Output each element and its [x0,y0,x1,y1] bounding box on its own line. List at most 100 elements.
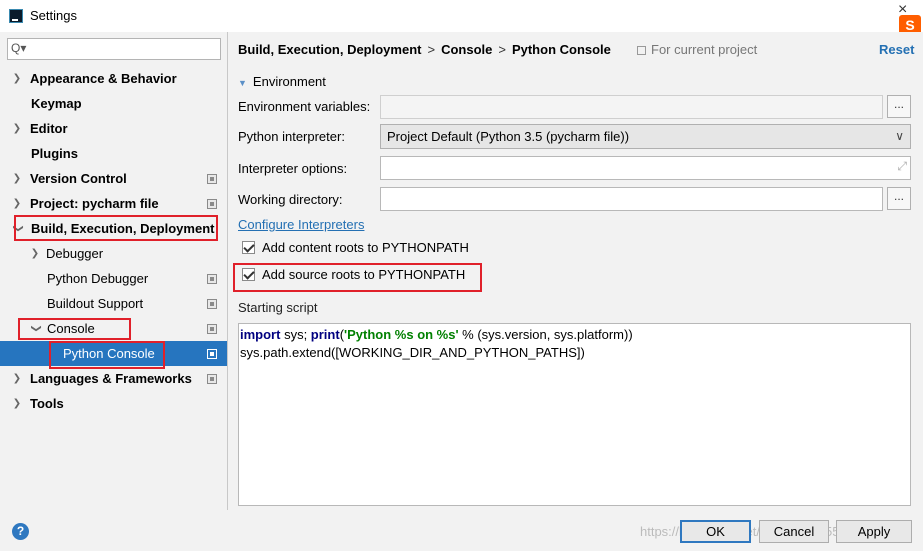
breadcrumb-item: Python Console [511,42,611,57]
sidebar-item-label: Buildout Support [47,296,144,311]
env-vars-browse-button[interactable]: ... [887,95,911,118]
sidebar-item-tools[interactable]: ❯ Tools [0,391,227,416]
sidebar-item-project[interactable]: ❯ Project: pycharm file [0,191,227,216]
interpreter-options-label: Interpreter options: [238,161,348,176]
sidebar-item-label: Console [47,321,95,336]
chevron-right-icon[interactable]: ❯ [11,116,23,141]
configure-interpreters-link[interactable]: Configure Interpreters [238,217,364,232]
apply-button[interactable]: Apply [836,520,912,543]
python-interpreter-label: Python interpreter: [238,129,345,144]
project-settings-icon [207,199,217,209]
sidebar-item-label: Python Debugger [47,271,149,286]
expand-icon[interactable]: ⤢ [897,159,907,174]
sidebar-item-label: Version Control [30,171,127,186]
working-directory-browse-button[interactable]: ... [887,187,911,210]
breadcrumb-item: Build, Execution, Deployment [238,42,422,57]
chevron-right-icon[interactable]: ❯ [11,66,23,91]
source-roots-label: Add source roots to PYTHONPATH [262,267,466,282]
collapse-triangle-icon[interactable]: ▼ [238,78,247,88]
chevron-down-icon[interactable]: ❯ [24,323,49,335]
sidebar-item-label: Editor [30,121,68,136]
breadcrumb-item: Console [441,42,493,57]
ok-button[interactable]: OK [680,520,751,543]
settings-tree: ❯ Appearance & Behavior Keymap ❯ Editor … [0,66,227,416]
settings-sidebar: Q▾ ❯ Appearance & Behavior Keymap ❯ Edit… [0,32,228,510]
chevron-right-icon[interactable]: ❯ [11,366,23,391]
code-line: sys.path.extend([WORKING_DIR_AND_PYTHON_… [240,345,585,360]
environment-section-header[interactable]: ▼ Environment [238,74,326,89]
sidebar-item-editor[interactable]: ❯ Editor [0,116,227,141]
project-settings-icon [207,324,217,334]
source-roots-checkbox[interactable] [242,268,255,281]
sidebar-item-label: Project: pycharm file [30,196,159,211]
chevron-right-icon[interactable]: ❯ [29,241,41,266]
sidebar-item-buildout-support[interactable]: Buildout Support [0,291,227,316]
sidebar-item-label: Appearance & Behavior [30,71,177,86]
title-bar: Settings × S [0,0,923,35]
search-icon: Q▾ [11,41,27,55]
sidebar-item-label: Languages & Frameworks [30,371,192,386]
for-current-project: For current project [637,42,757,57]
breadcrumb-separator: > [427,42,436,57]
dialog-footer: ? https://blog.csdn.net/weixin_43955964 … [0,510,923,551]
content-roots-checkbox[interactable] [242,241,255,254]
python-interpreter-select[interactable]: Project Default (Python 3.5 (pycharm fil… [380,124,911,149]
chevron-down-icon: ∨ [895,129,904,143]
code-text: sys; [280,327,311,342]
chevron-right-icon[interactable]: ❯ [11,166,23,191]
sidebar-item-label: Build, Execution, Deployment [31,221,215,236]
python-interpreter-value: Project Default (Python 3.5 (pycharm fil… [387,129,630,144]
working-directory-field[interactable] [380,187,883,211]
chevron-down-icon[interactable]: ❯ [6,223,31,235]
code-keyword: print [310,327,340,342]
reset-link[interactable]: Reset [879,42,914,57]
sidebar-item-label: Debugger [46,246,104,261]
cancel-button[interactable]: Cancel [759,520,829,543]
search-input[interactable] [32,41,216,57]
sidebar-item-console[interactable]: ❯ Console [0,316,227,341]
sidebar-item-plugins[interactable]: Plugins [0,141,227,166]
project-settings-icon [207,349,217,359]
sidebar-item-python-debugger[interactable]: Python Debugger [0,266,227,291]
chevron-right-icon[interactable]: ❯ [11,391,23,416]
sidebar-item-label: Keymap [31,96,82,111]
code-line: import sys; print('Python %s on %s' % (s… [240,326,909,344]
chevron-right-icon[interactable]: ❯ [11,191,23,216]
section-title: Environment [252,74,326,89]
sidebar-item-appearance[interactable]: ❯ Appearance & Behavior [0,66,227,91]
starting-script-label: Starting script [238,300,318,315]
sidebar-item-label: Plugins [31,146,78,161]
sidebar-item-keymap[interactable]: Keymap [0,91,227,116]
content-roots-checkbox-row[interactable]: Add content roots to PYTHONPATH [242,239,469,257]
sidebar-item-label: Tools [30,396,64,411]
working-directory-label: Working directory: [238,192,343,207]
sidebar-item-label: Python Console [63,346,155,361]
sidebar-item-build-execution-deployment[interactable]: ❯ Build, Execution, Deployment [0,216,227,241]
content-roots-label: Add content roots to PYTHONPATH [262,240,469,255]
breadcrumb-separator: > [498,42,506,57]
project-settings-icon [637,46,646,55]
interpreter-options-field[interactable]: ⤢ [380,156,911,180]
sidebar-item-debugger[interactable]: ❯ Debugger [0,241,227,266]
window-title: Settings [30,8,77,23]
help-icon[interactable]: ? [12,523,29,540]
breadcrumb: Build, Execution, Deployment > Console > Pyt… [238,42,611,57]
sidebar-item-version-control[interactable]: ❯ Version Control [0,166,227,191]
code-string: 'Python %s on %s' [344,327,459,342]
settings-content: Build, Execution, Deployment > Console > Pyt… [229,32,923,510]
sidebar-item-languages-frameworks[interactable]: ❯ Languages & Frameworks [0,366,227,391]
project-settings-icon [207,374,217,384]
source-roots-checkbox-row[interactable]: Add source roots to PYTHONPATH [242,266,465,284]
starting-script-editor[interactable]: import sys; print('Python %s on %s' % (s… [238,323,911,506]
env-vars-label: Environment variables: [238,99,371,114]
for-current-project-label: For current project [651,42,758,57]
sidebar-item-python-console[interactable]: Python Console [0,341,227,366]
project-settings-icon [207,274,217,284]
code-text: % (sys.version, sys.platform)) [458,327,633,342]
env-vars-field[interactable] [380,95,883,119]
project-settings-icon [207,299,217,309]
search-box[interactable]: Q▾ [7,38,221,60]
pycharm-app-icon [9,9,23,23]
project-settings-icon [207,174,217,184]
code-keyword: import [240,327,281,342]
